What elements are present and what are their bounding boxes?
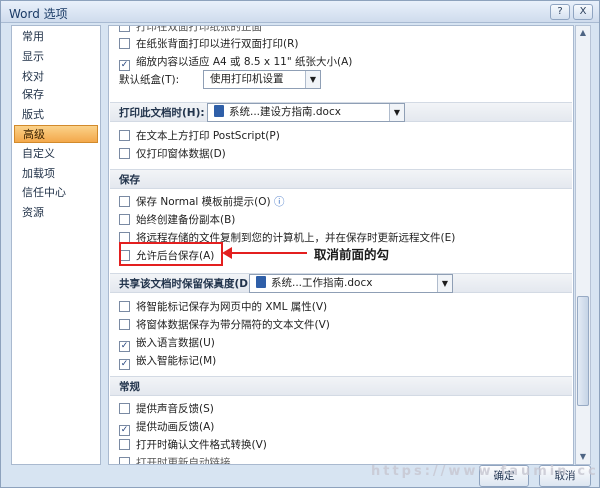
- scroll-down-icon[interactable]: ▼: [577, 450, 589, 464]
- backup-copy-option[interactable]: 始终创建备份副本(B): [119, 212, 235, 228]
- checkbox[interactable]: ✓: [119, 425, 130, 436]
- cut-off-option[interactable]: 打印在双面打印纸张的正面: [119, 26, 262, 35]
- confirm-conversion-option[interactable]: 打开时确认文件格式转换(V): [119, 437, 267, 453]
- print-duplex-option[interactable]: 在纸张背面打印以进行双面打印(R): [119, 36, 299, 52]
- checkbox[interactable]: [119, 439, 130, 450]
- default-tray-label: 默认纸盒(T):: [119, 74, 180, 86]
- option-label: 嵌入智能标记(M): [136, 355, 217, 367]
- embed-language-option[interactable]: ✓ 嵌入语言数据(U): [119, 335, 215, 352]
- embed-smart-tags-option[interactable]: ✓ 嵌入智能标记(M): [119, 353, 217, 370]
- postscript-option[interactable]: 在文本上方打印 PostScript(P): [119, 128, 280, 144]
- sidebar-item-addins[interactable]: 加载项: [14, 165, 98, 183]
- sidebar-item-resources[interactable]: 资源: [14, 204, 98, 222]
- annotation-arrow-line: [229, 252, 307, 254]
- scale-a4-option[interactable]: ✓ 缩放内容以适应 A4 或 8.5 x 11" 纸张大小(A): [119, 54, 353, 71]
- sidebar-item-advanced[interactable]: 高级: [14, 125, 98, 143]
- option-label: 将窗体数据保存为带分隔符的文本文件(V): [136, 319, 330, 331]
- chevron-down-icon: ▼: [389, 104, 404, 121]
- title-bar: Word 选项 ? X: [1, 1, 599, 23]
- checkbox[interactable]: [119, 148, 130, 159]
- scroll-up-icon[interactable]: ▲: [577, 26, 589, 40]
- chevron-down-icon: ▼: [305, 71, 320, 88]
- option-label: 缩放内容以适应 A4 或 8.5 x 11" 纸张大小(A): [136, 56, 353, 68]
- option-label: 将智能标记保存为网页中的 XML 属性(V): [136, 301, 328, 313]
- sidebar-item-customize[interactable]: 自定义: [14, 145, 98, 163]
- default-tray-row: 默认纸盒(T):: [119, 72, 179, 88]
- sidebar: 常用 显示 校对 保存 版式 高级 自定义 加载项 信任中心 资源: [11, 25, 101, 465]
- option-label: 始终创建备份副本(B): [136, 214, 236, 226]
- option-label: 提供声音反馈(S): [136, 403, 214, 415]
- word-doc-icon: [214, 105, 224, 117]
- checkbox[interactable]: [119, 457, 130, 464]
- word-doc-icon: [256, 276, 266, 288]
- form-data-option[interactable]: 仅打印窗体数据(D): [119, 146, 226, 162]
- option-label: 提供动画反馈(A): [136, 421, 215, 433]
- help-button[interactable]: ?: [550, 4, 570, 20]
- update-links-option[interactable]: 打开时更新自动链接: [119, 455, 231, 465]
- checkbox[interactable]: [119, 130, 130, 141]
- checkbox[interactable]: [119, 38, 130, 49]
- sidebar-item-proofing[interactable]: 校对: [14, 68, 98, 86]
- general-section-header: 常规: [110, 376, 572, 396]
- sidebar-item-trust-center[interactable]: 信任中心: [14, 184, 98, 202]
- highlight-box: [119, 242, 223, 266]
- checkbox[interactable]: [119, 214, 130, 225]
- close-button[interactable]: X: [573, 4, 593, 20]
- save-section-header: 保存: [110, 169, 572, 189]
- option-label: 保存 Normal 模板前提示(O): [136, 196, 271, 208]
- watermark-text: https://www.faumin.cc: [371, 464, 599, 479]
- sidebar-item-common[interactable]: 常用: [14, 28, 98, 46]
- sound-feedback-option[interactable]: 提供声音反馈(S): [119, 401, 214, 417]
- vertical-scrollbar[interactable]: ▲ ▼: [575, 25, 591, 465]
- checkbox[interactable]: ✓: [119, 359, 130, 370]
- option-label: 在纸张背面打印以进行双面打印(R): [136, 38, 299, 50]
- checkbox[interactable]: ✓: [119, 341, 130, 352]
- smart-tags-xml-option[interactable]: 将智能标记保存为网页中的 XML 属性(V): [119, 299, 327, 315]
- option-label: 打开时更新自动链接: [136, 457, 231, 465]
- option-label: 在文本上方打印 PostScript(P): [136, 130, 280, 142]
- checkbox[interactable]: [119, 301, 130, 312]
- option-label: 仅打印窗体数据(D): [136, 148, 226, 160]
- form-data-delimited-option[interactable]: 将窗体数据保存为带分隔符的文本文件(V): [119, 317, 330, 333]
- default-tray-select[interactable]: 使用打印机设置 ▼: [203, 70, 321, 89]
- word-options-window: Word 选项 ? X 常用 显示 校对 保存 版式 高级 自定义 加载项 信任…: [0, 0, 600, 488]
- animation-feedback-option[interactable]: ✓ 提供动画反馈(A): [119, 419, 215, 436]
- sidebar-item-layout[interactable]: 版式: [14, 106, 98, 124]
- checkbox[interactable]: [119, 403, 130, 414]
- checkbox[interactable]: [119, 196, 130, 207]
- option-label: 嵌入语言数据(U): [136, 337, 215, 349]
- sidebar-item-save[interactable]: 保存: [14, 86, 98, 104]
- annotation-text: 取消前面的勾: [314, 247, 390, 262]
- normal-template-prompt-option[interactable]: 保存 Normal 模板前提示(O) ⓘ: [119, 194, 284, 210]
- fidelity-doc-select[interactable]: 系统...工作指南.docx ▼: [249, 274, 453, 293]
- info-icon: ⓘ: [273, 196, 285, 208]
- window-title: Word 选项: [9, 7, 68, 21]
- chevron-down-icon: ▼: [437, 275, 452, 292]
- checkbox[interactable]: ✓: [119, 60, 130, 71]
- option-label: 打开时确认文件格式转换(V): [136, 439, 267, 451]
- checkbox[interactable]: [119, 26, 130, 32]
- scroll-thumb[interactable]: [577, 296, 589, 406]
- print-doc-select[interactable]: 系统...建设方指南.docx ▼: [207, 103, 405, 122]
- checkbox[interactable]: [119, 319, 130, 330]
- sidebar-item-display[interactable]: 显示: [14, 48, 98, 66]
